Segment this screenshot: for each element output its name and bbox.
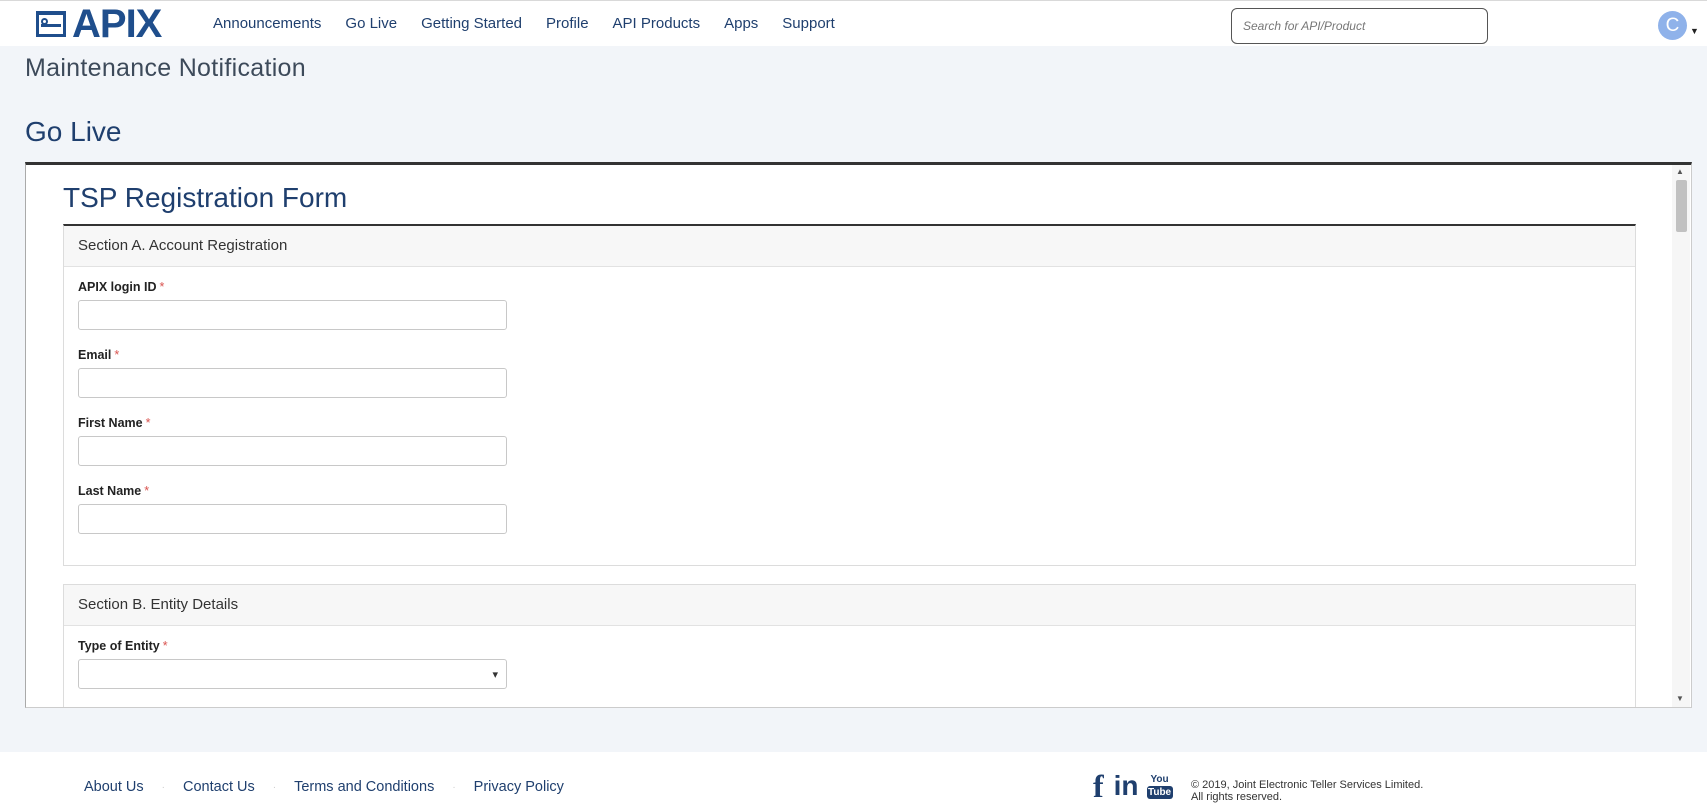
required-marker: * xyxy=(159,280,165,294)
avatar[interactable]: C xyxy=(1658,11,1687,40)
apix-login-id-input[interactable] xyxy=(78,300,507,330)
required-marker: * xyxy=(145,416,151,430)
footer-link-contact-us[interactable]: Contact Us xyxy=(183,779,255,795)
required-marker: * xyxy=(144,484,150,498)
scrollbar-thumb[interactable] xyxy=(1676,180,1687,232)
scroll-down-icon[interactable]: ▼ xyxy=(1676,694,1684,703)
nav-support[interactable]: Support xyxy=(782,13,835,35)
nav-go-live[interactable]: Go Live xyxy=(345,13,397,35)
footer-links: About Us · Contact Us · Terms and Condit… xyxy=(84,779,564,795)
logo-text: APIX xyxy=(72,2,162,46)
youtube-icon[interactable]: You Tube xyxy=(1146,774,1173,799)
top-navigation-bar: APIX Announcements Go Live Getting Start… xyxy=(0,0,1707,46)
nav-profile[interactable]: Profile xyxy=(546,13,589,35)
nav-getting-started[interactable]: Getting Started xyxy=(421,13,522,35)
section-entity-details: Section B. Entity Details Type of Entity… xyxy=(63,584,1636,707)
copyright-text: © 2019, Joint Electronic Teller Services… xyxy=(1191,779,1424,803)
chevron-down-icon: ▾ xyxy=(492,669,498,681)
last-name-input[interactable] xyxy=(78,504,507,534)
last-name-label: Last Name * xyxy=(78,484,150,498)
linkedin-icon[interactable]: in xyxy=(1114,770,1139,802)
email-field[interactable] xyxy=(78,368,507,398)
required-marker: * xyxy=(114,348,120,362)
apix-logo-icon xyxy=(36,9,70,39)
footer-separator: · xyxy=(452,781,456,793)
footer-link-terms[interactable]: Terms and Conditions xyxy=(294,779,434,795)
search-input[interactable] xyxy=(1231,8,1488,44)
nav-announcements[interactable]: Announcements xyxy=(213,13,321,35)
registration-form-frame: TSP Registration Form Section A. Account… xyxy=(25,162,1692,708)
social-links: f in You Tube xyxy=(1093,770,1173,802)
section-header: Section B. Entity Details xyxy=(64,585,1635,626)
footer-link-privacy-policy[interactable]: Privacy Policy xyxy=(474,779,564,795)
required-marker: * xyxy=(162,639,168,653)
type-of-entity-label: Type of Entity * xyxy=(78,639,168,653)
page-title: Go Live xyxy=(25,116,122,147)
first-name-input[interactable] xyxy=(78,436,507,466)
first-name-label: First Name * xyxy=(78,416,151,430)
chevron-down-icon[interactable]: ▼ xyxy=(1690,26,1699,36)
footer-separator: · xyxy=(272,781,277,793)
maintenance-notification-title[interactable]: Maintenance Notification xyxy=(25,54,306,83)
apix-login-id-label: APIX login ID * xyxy=(78,280,165,294)
type-of-entity-select[interactable]: ▾ xyxy=(78,659,507,689)
section-header: Section A. Account Registration xyxy=(64,226,1635,267)
form-scrollbar[interactable]: ▲ ▼ xyxy=(1672,165,1690,707)
nav-api-products[interactable]: API Products xyxy=(613,13,701,35)
facebook-icon[interactable]: f xyxy=(1093,770,1104,802)
nav-apps[interactable]: Apps xyxy=(724,13,758,35)
section-account-registration: Section A. Account Registration APIX log… xyxy=(63,224,1636,566)
main-nav: Announcements Go Live Getting Started Pr… xyxy=(213,13,859,35)
footer: About Us · Contact Us · Terms and Condit… xyxy=(0,752,1707,811)
form-title: TSP Registration Form xyxy=(63,182,348,213)
apix-logo[interactable]: APIX xyxy=(36,2,162,46)
footer-link-about-us[interactable]: About Us xyxy=(84,779,144,795)
scroll-up-icon[interactable]: ▲ xyxy=(1676,167,1684,176)
email-label: Email * xyxy=(78,348,120,362)
footer-separator: · xyxy=(161,781,165,793)
